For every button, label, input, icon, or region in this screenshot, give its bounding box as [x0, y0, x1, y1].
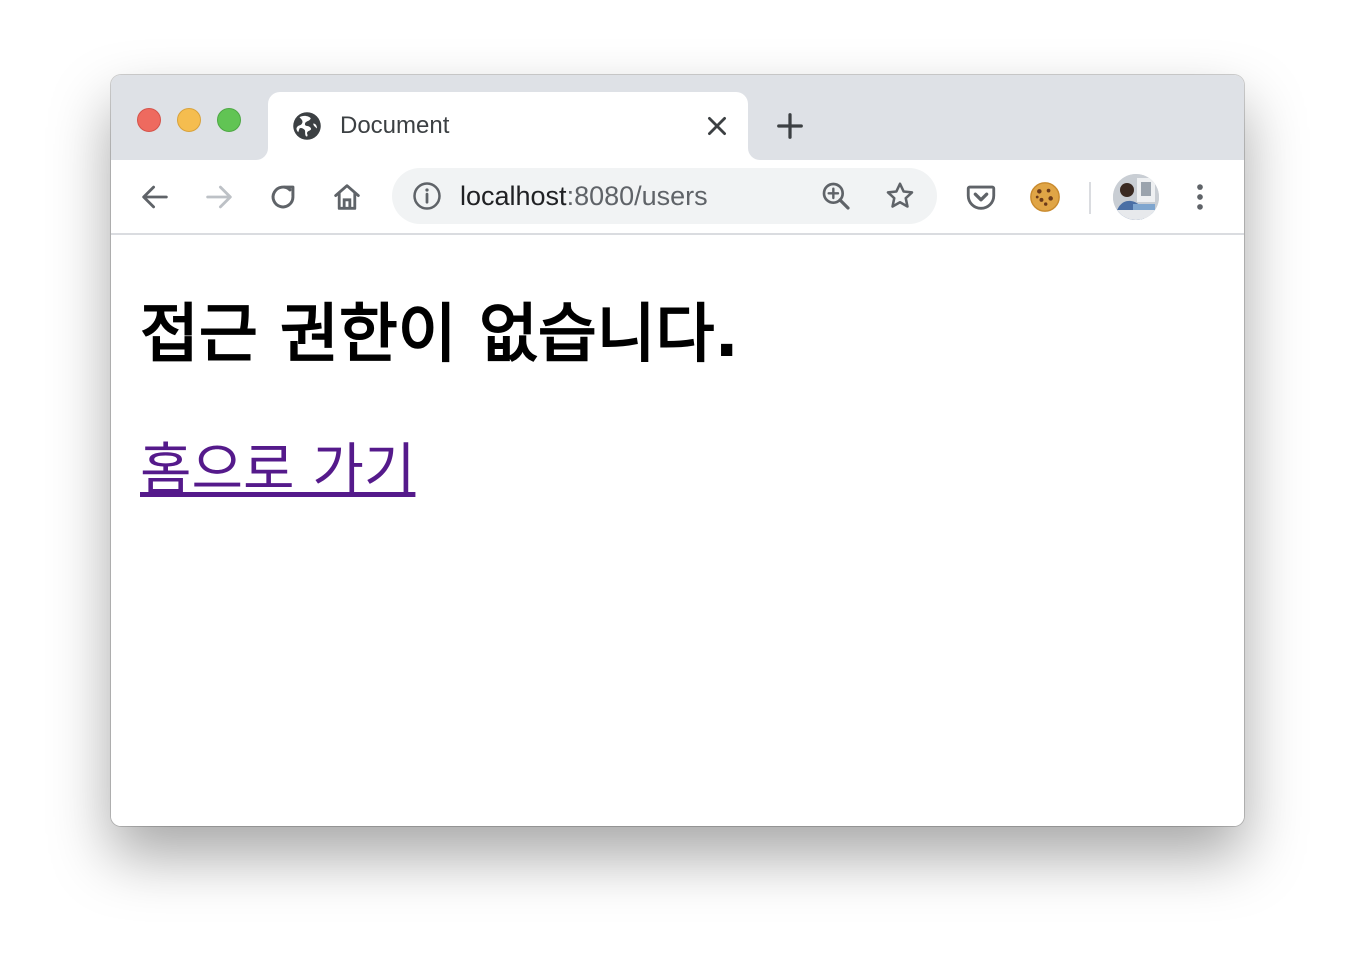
home-icon[interactable]: [330, 180, 364, 214]
tab-title: Document: [340, 112, 450, 139]
zoom-in-icon[interactable]: [820, 180, 852, 212]
url-host: localhost: [460, 181, 567, 211]
url-text[interactable]: localhost:8080/users: [460, 181, 708, 211]
page-title: 접근 권한이 없습니다.: [140, 298, 739, 372]
globe-icon: [293, 112, 321, 140]
star-icon[interactable]: [884, 180, 916, 212]
info-icon[interactable]: [412, 181, 442, 211]
page-content: 접근 권한이 없습니다. 홈으로 가기: [111, 235, 1244, 826]
window-minimize-button[interactable]: [177, 108, 201, 132]
profile-photo-icon: [1113, 174, 1159, 220]
kebab-menu-icon[interactable]: [1183, 180, 1217, 214]
browser-toolbar: localhost:8080/users: [111, 160, 1244, 235]
browser-window: Document localhost:8080/users 접근 권한이 없습니…: [111, 75, 1244, 826]
arrow-right-icon[interactable]: [202, 180, 236, 214]
url-path: :8080/users: [566, 181, 708, 211]
arrow-left-icon[interactable]: [138, 180, 172, 214]
window-close-button[interactable]: [137, 108, 161, 132]
tab-strip: Document: [111, 75, 1244, 160]
home-link[interactable]: 홈으로 가기: [140, 435, 415, 507]
tab-document[interactable]: Document: [268, 92, 748, 160]
reload-icon[interactable]: [266, 180, 300, 214]
pocket-icon[interactable]: [964, 180, 998, 214]
close-icon[interactable]: [704, 113, 730, 139]
address-bar[interactable]: localhost:8080/users: [392, 168, 937, 224]
plus-icon[interactable]: [775, 111, 805, 141]
cookie-icon[interactable]: [1028, 180, 1062, 214]
toolbar-divider: [1089, 182, 1091, 214]
window-maximize-button[interactable]: [217, 108, 241, 132]
avatar[interactable]: [1113, 174, 1159, 220]
